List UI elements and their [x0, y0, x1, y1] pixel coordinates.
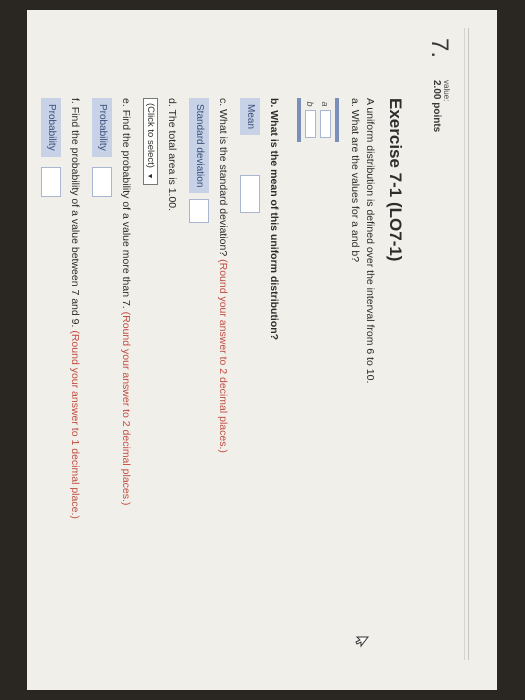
mean-label: Mean [240, 98, 260, 136]
part-a-question: a. What are the values for a and b? [347, 98, 362, 658]
question-value: value: 2.00 points [431, 80, 451, 132]
part-d-prefix: d. [166, 98, 178, 107]
mean-field-row: Mean [240, 98, 260, 658]
label-a: a [320, 101, 331, 107]
grid-bottom-bar [297, 98, 301, 142]
part-d-text: The total area is 1.00. [166, 109, 178, 212]
part-e-text: Find the probability of a value more tha… [120, 109, 132, 309]
part-a-row-b: b [303, 98, 318, 142]
header-divider [468, 28, 497, 660]
part-c-text: What is the standard deviation? [217, 109, 229, 257]
value-points: 2.00 points [431, 80, 442, 133]
part-a-text: What are the values for a and b? [349, 109, 361, 263]
question-number: 7. [426, 38, 453, 59]
part-a-prefix: a. [349, 98, 361, 107]
question-content: Exercise 7-1 (LO7-1) A uniform distribut… [41, 98, 409, 658]
probability-f-label: Probability [41, 98, 61, 157]
part-c-question: c. What is the standard deviation? (Roun… [215, 98, 230, 658]
true-false-select[interactable]: (Click to select) ▼ [143, 98, 158, 185]
part-c-prefix: c. [217, 98, 229, 107]
mouse-pointer-icon [355, 636, 369, 648]
part-f-question: f. Find the probability of a value betwe… [67, 98, 82, 658]
probability-e-input[interactable] [92, 166, 112, 197]
exercise-title: Exercise 7-1 (LO7-1) [386, 98, 405, 262]
std-dev-field-row: Standard deviation [189, 98, 209, 658]
value-a-input[interactable] [320, 110, 331, 138]
part-d-statement: d. The total area is 1.00. [164, 98, 179, 658]
part-e-prefix: e. [120, 98, 132, 107]
header-divider-inner [464, 28, 465, 660]
part-a-row-a: a [318, 98, 333, 142]
grid-top-bar [335, 98, 339, 142]
part-b-prefix: b. [268, 98, 280, 108]
std-dev-input[interactable] [189, 199, 209, 224]
part-a-answer-grid: a b [295, 98, 341, 142]
std-dev-label: Standard deviation [189, 98, 209, 194]
probability-f-input[interactable] [41, 166, 61, 197]
exercise-intro: A uniform distribution is defined over t… [364, 98, 376, 384]
part-f-instruction: (Round your answer to 1 decimal place.) [69, 330, 81, 519]
value-label: value: [442, 80, 451, 102]
part-e-question: e. Find the probability of a value more … [118, 98, 133, 658]
part-f-text: Find the probability of a value between … [69, 106, 81, 328]
value-b-input[interactable] [305, 110, 316, 138]
part-b-question: b. What is the mean of this uniform dist… [266, 98, 281, 658]
select-value: (Click to select) [145, 103, 156, 168]
part-b-text: What is the mean of this uniform distrib… [268, 110, 280, 341]
part-f-prefix: f. [69, 98, 81, 104]
part-c-instruction: (Round your answer to 2 decimal places.) [217, 259, 229, 453]
mean-input[interactable] [240, 175, 260, 214]
question-page: 7. value: 2.00 points Exercise 7-1 (LO7-… [27, 10, 497, 690]
label-b: b [305, 101, 316, 107]
probability-e-label: Probability [92, 98, 112, 157]
chevron-down-icon: ▼ [146, 172, 153, 180]
part-e-instruction: (Round your answer to 2 decimal places.) [120, 311, 132, 506]
probability-f-row: Probability [41, 98, 61, 658]
probability-e-row: Probability [92, 98, 112, 658]
screen: 7. value: 2.00 points Exercise 7-1 (LO7-… [0, 0, 525, 700]
